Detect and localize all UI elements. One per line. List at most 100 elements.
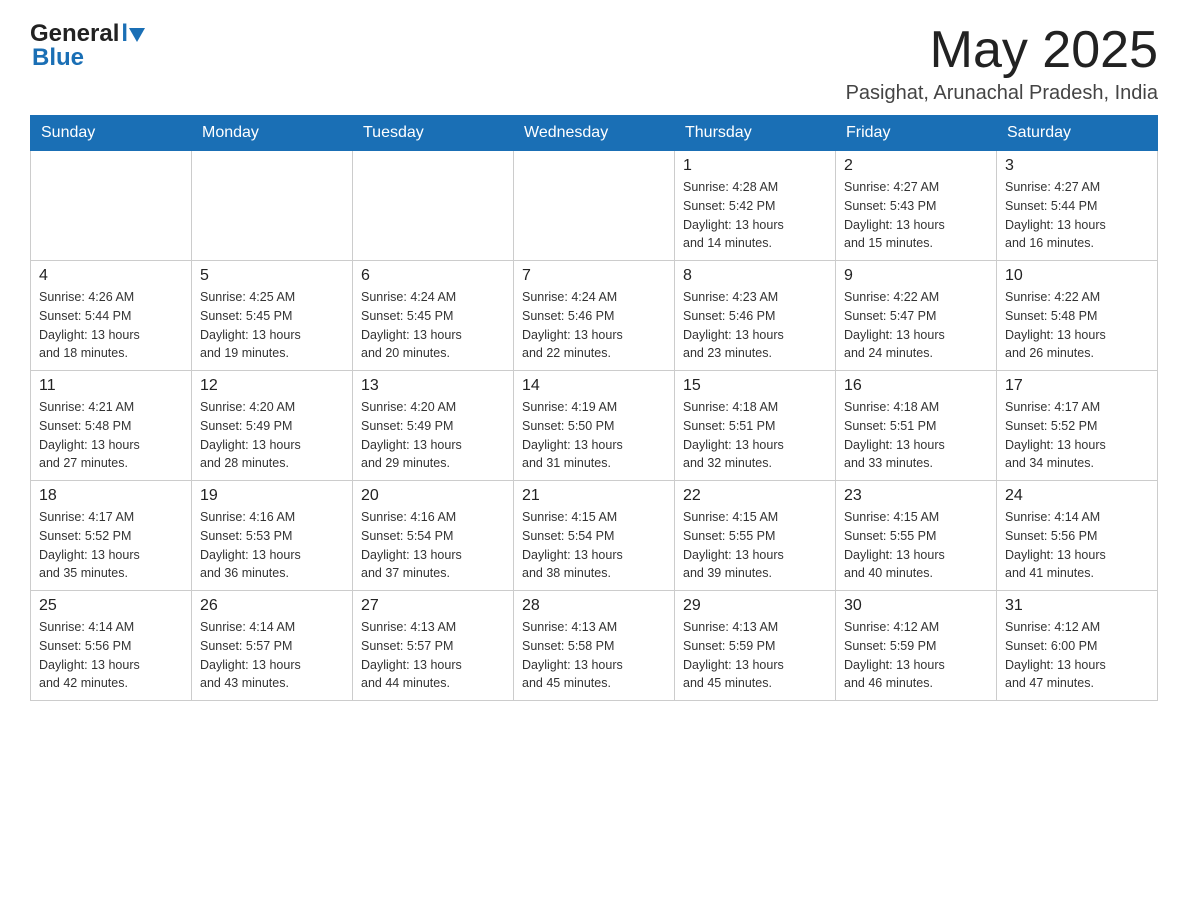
empty-cell bbox=[192, 151, 353, 261]
day-cell-17: 17 Sunrise: 4:17 AM Sunset: 5:52 PM Dayli… bbox=[997, 371, 1158, 481]
title-section: May 2025 Pasighat, Arunachal Pradesh, In… bbox=[846, 20, 1158, 105]
day-number: 9 bbox=[844, 267, 988, 285]
day-cell-1: 1 Sunrise: 4:28 AM Sunset: 5:42 PM Daylig… bbox=[675, 151, 836, 261]
day-number: 29 bbox=[683, 597, 827, 615]
day-info: Sunrise: 4:14 AM Sunset: 5:56 PM Dayligh… bbox=[1005, 508, 1149, 583]
day-info: Sunrise: 4:16 AM Sunset: 5:54 PM Dayligh… bbox=[361, 508, 505, 583]
logo-blue-word: Blue bbox=[32, 44, 84, 71]
day-cell-6: 6 Sunrise: 4:24 AM Sunset: 5:45 PM Daylig… bbox=[353, 261, 514, 371]
week-row-4: 18 Sunrise: 4:17 AM Sunset: 5:52 PM Dayli… bbox=[31, 481, 1158, 591]
day-number: 21 bbox=[522, 487, 666, 505]
day-number: 22 bbox=[683, 487, 827, 505]
week-row-2: 4 Sunrise: 4:26 AM Sunset: 5:44 PM Daylig… bbox=[31, 261, 1158, 371]
day-info: Sunrise: 4:12 AM Sunset: 5:59 PM Dayligh… bbox=[844, 618, 988, 693]
day-number: 30 bbox=[844, 597, 988, 615]
day-cell-22: 22 Sunrise: 4:15 AM Sunset: 5:55 PM Dayli… bbox=[675, 481, 836, 591]
day-info: Sunrise: 4:18 AM Sunset: 5:51 PM Dayligh… bbox=[844, 398, 988, 473]
day-info: Sunrise: 4:24 AM Sunset: 5:46 PM Dayligh… bbox=[522, 288, 666, 363]
day-cell-26: 26 Sunrise: 4:14 AM Sunset: 5:57 PM Dayli… bbox=[192, 591, 353, 701]
day-info: Sunrise: 4:27 AM Sunset: 5:43 PM Dayligh… bbox=[844, 178, 988, 253]
day-cell-10: 10 Sunrise: 4:22 AM Sunset: 5:48 PM Dayli… bbox=[997, 261, 1158, 371]
day-number: 4 bbox=[39, 267, 183, 285]
column-header-saturday: Saturday bbox=[997, 116, 1158, 151]
day-cell-27: 27 Sunrise: 4:13 AM Sunset: 5:57 PM Dayli… bbox=[353, 591, 514, 701]
day-number: 23 bbox=[844, 487, 988, 505]
week-row-5: 25 Sunrise: 4:14 AM Sunset: 5:56 PM Dayli… bbox=[31, 591, 1158, 701]
day-info: Sunrise: 4:22 AM Sunset: 5:47 PM Dayligh… bbox=[844, 288, 988, 363]
empty-cell bbox=[353, 151, 514, 261]
day-cell-2: 2 Sunrise: 4:27 AM Sunset: 5:43 PM Daylig… bbox=[836, 151, 997, 261]
day-info: Sunrise: 4:22 AM Sunset: 5:48 PM Dayligh… bbox=[1005, 288, 1149, 363]
day-number: 7 bbox=[522, 267, 666, 285]
day-number: 11 bbox=[39, 377, 183, 395]
day-info: Sunrise: 4:15 AM Sunset: 5:54 PM Dayligh… bbox=[522, 508, 666, 583]
day-number: 25 bbox=[39, 597, 183, 615]
day-cell-13: 13Sunrise: 4:20 AM Sunset: 5:49 PM Dayli… bbox=[353, 371, 514, 481]
calendar-table: SundayMondayTuesdayWednesdayThursdayFrid… bbox=[30, 115, 1158, 701]
day-number: 31 bbox=[1005, 597, 1149, 615]
day-info: Sunrise: 4:13 AM Sunset: 5:57 PM Dayligh… bbox=[361, 618, 505, 693]
day-info: Sunrise: 4:15 AM Sunset: 5:55 PM Dayligh… bbox=[683, 508, 827, 583]
day-cell-14: 14 Sunrise: 4:19 AM Sunset: 5:50 PM Dayli… bbox=[514, 371, 675, 481]
day-number: 28 bbox=[522, 597, 666, 615]
day-number: 1 bbox=[683, 157, 827, 175]
day-cell-11: 11 Sunrise: 4:21 AM Sunset: 5:48 PM Dayli… bbox=[31, 371, 192, 481]
column-header-tuesday: Tuesday bbox=[353, 116, 514, 151]
day-info: Sunrise: 4:13 AM Sunset: 5:58 PM Dayligh… bbox=[522, 618, 666, 693]
day-info: Sunrise: 4:28 AM Sunset: 5:42 PM Dayligh… bbox=[683, 178, 827, 253]
day-cell-25: 25 Sunrise: 4:14 AM Sunset: 5:56 PM Dayli… bbox=[31, 591, 192, 701]
empty-cell bbox=[514, 151, 675, 261]
day-cell-12: 12 Sunrise: 4:20 AM Sunset: 5:49 PM Dayli… bbox=[192, 371, 353, 481]
day-cell-8: 8 Sunrise: 4:23 AM Sunset: 5:46 PM Daylig… bbox=[675, 261, 836, 371]
day-info: Sunrise: 4:15 AM Sunset: 5:55 PM Dayligh… bbox=[844, 508, 988, 583]
day-number: 14 bbox=[522, 377, 666, 395]
column-header-monday: Monday bbox=[192, 116, 353, 151]
day-info: Sunrise: 4:16 AM Sunset: 5:53 PM Dayligh… bbox=[200, 508, 344, 583]
day-info: Sunrise: 4:20 AM Sunset: 5:49 PM Dayligh… bbox=[361, 398, 505, 473]
day-number: 20 bbox=[361, 487, 505, 505]
day-number: 2 bbox=[844, 157, 988, 175]
day-info: Sunrise: 4:26 AM Sunset: 5:44 PM Dayligh… bbox=[39, 288, 183, 363]
column-header-friday: Friday bbox=[836, 116, 997, 151]
logo: General l Blue bbox=[30, 20, 145, 72]
day-number: 16 bbox=[844, 377, 988, 395]
day-info: Sunrise: 4:24 AM Sunset: 5:45 PM Dayligh… bbox=[361, 288, 505, 363]
day-cell-4: 4 Sunrise: 4:26 AM Sunset: 5:44 PM Daylig… bbox=[31, 261, 192, 371]
day-info: Sunrise: 4:23 AM Sunset: 5:46 PM Dayligh… bbox=[683, 288, 827, 363]
day-number: 27 bbox=[361, 597, 505, 615]
day-cell-3: 3 Sunrise: 4:27 AM Sunset: 5:44 PM Daylig… bbox=[997, 151, 1158, 261]
day-number: 19 bbox=[200, 487, 344, 505]
day-cell-15: 15 Sunrise: 4:18 AM Sunset: 5:51 PM Dayli… bbox=[675, 371, 836, 481]
day-info: Sunrise: 4:25 AM Sunset: 5:45 PM Dayligh… bbox=[200, 288, 344, 363]
day-cell-21: 21 Sunrise: 4:15 AM Sunset: 5:54 PM Dayli… bbox=[514, 481, 675, 591]
day-info: Sunrise: 4:14 AM Sunset: 5:57 PM Dayligh… bbox=[200, 618, 344, 693]
day-info: Sunrise: 4:19 AM Sunset: 5:50 PM Dayligh… bbox=[522, 398, 666, 473]
day-info: Sunrise: 4:18 AM Sunset: 5:51 PM Dayligh… bbox=[683, 398, 827, 473]
day-number: 15 bbox=[683, 377, 827, 395]
day-info: Sunrise: 4:20 AM Sunset: 5:49 PM Dayligh… bbox=[200, 398, 344, 473]
day-info: Sunrise: 4:21 AM Sunset: 5:48 PM Dayligh… bbox=[39, 398, 183, 473]
day-number: 10 bbox=[1005, 267, 1149, 285]
day-cell-20: 20 Sunrise: 4:16 AM Sunset: 5:54 PM Dayli… bbox=[353, 481, 514, 591]
day-cell-24: 24Sunrise: 4:14 AM Sunset: 5:56 PM Dayli… bbox=[997, 481, 1158, 591]
day-number: 3 bbox=[1005, 157, 1149, 175]
day-cell-9: 9 Sunrise: 4:22 AM Sunset: 5:47 PM Daylig… bbox=[836, 261, 997, 371]
day-number: 8 bbox=[683, 267, 827, 285]
day-cell-23: 23 Sunrise: 4:15 AM Sunset: 5:55 PM Dayli… bbox=[836, 481, 997, 591]
day-cell-31: 31Sunrise: 4:12 AM Sunset: 6:00 PM Dayli… bbox=[997, 591, 1158, 701]
location-text: Pasighat, Arunachal Pradesh, India bbox=[846, 82, 1158, 105]
day-cell-28: 28 Sunrise: 4:13 AM Sunset: 5:58 PM Dayli… bbox=[514, 591, 675, 701]
column-header-wednesday: Wednesday bbox=[514, 116, 675, 151]
day-number: 17 bbox=[1005, 377, 1149, 395]
page-header: General l Blue May 2025 Pasighat, Arunac… bbox=[30, 20, 1158, 105]
day-cell-7: 7 Sunrise: 4:24 AM Sunset: 5:46 PM Daylig… bbox=[514, 261, 675, 371]
day-info: Sunrise: 4:27 AM Sunset: 5:44 PM Dayligh… bbox=[1005, 178, 1149, 253]
day-number: 12 bbox=[200, 377, 344, 395]
day-info: Sunrise: 4:17 AM Sunset: 5:52 PM Dayligh… bbox=[39, 508, 183, 583]
day-number: 26 bbox=[200, 597, 344, 615]
day-number: 18 bbox=[39, 487, 183, 505]
day-info: Sunrise: 4:14 AM Sunset: 5:56 PM Dayligh… bbox=[39, 618, 183, 693]
day-number: 6 bbox=[361, 267, 505, 285]
day-cell-18: 18 Sunrise: 4:17 AM Sunset: 5:52 PM Dayli… bbox=[31, 481, 192, 591]
day-info: Sunrise: 4:17 AM Sunset: 5:52 PM Dayligh… bbox=[1005, 398, 1149, 473]
